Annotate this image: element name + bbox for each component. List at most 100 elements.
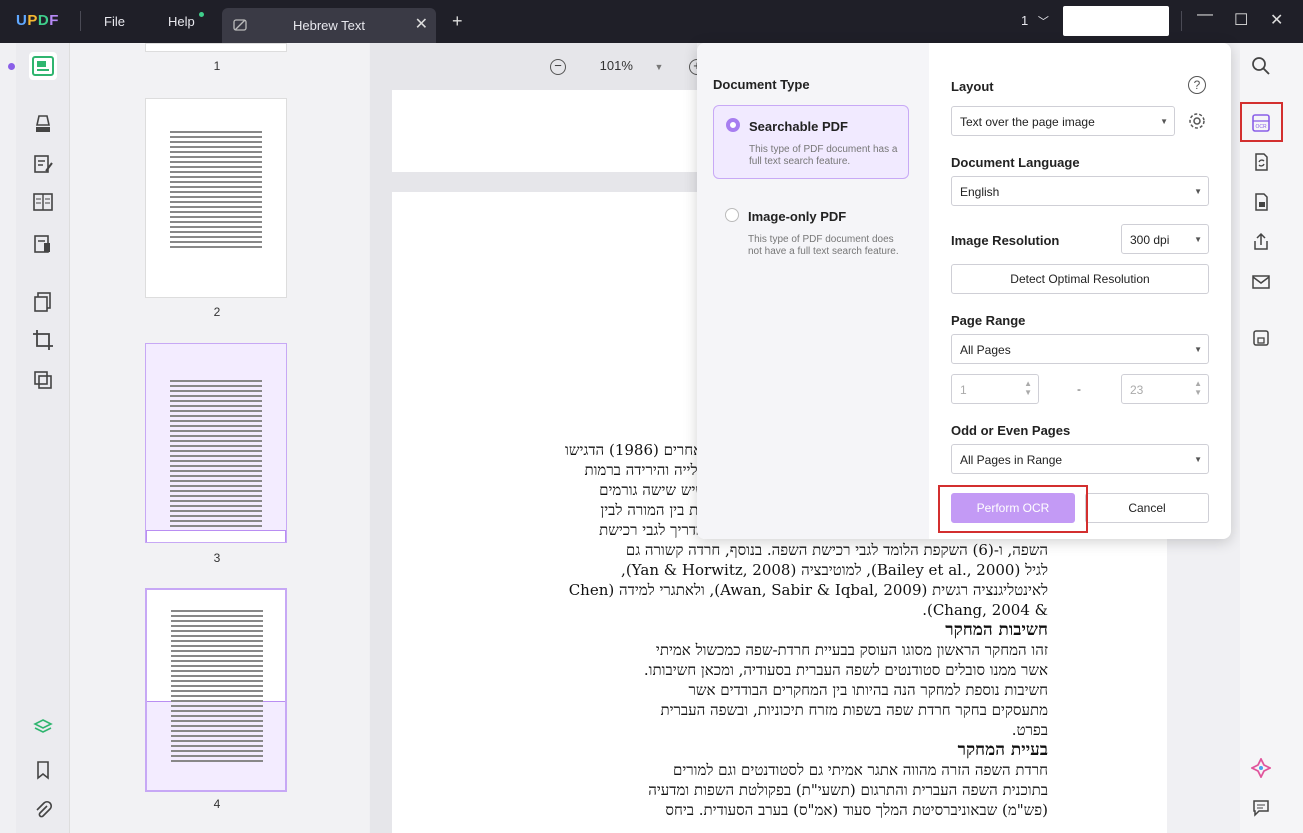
notification-dot [199,12,204,17]
close-window-icon[interactable]: ✕ [1270,10,1283,30]
language-select[interactable]: English ▼ [951,176,1209,206]
divider [80,11,81,31]
layout-label: Layout [951,79,994,94]
pdf-page [392,90,697,172]
window-page-selector[interactable]: 1 ﹀ [1021,13,1049,29]
image-only-pdf-desc: This type of PDF document does not have … [748,234,899,257]
attachment-icon[interactable] [32,799,54,821]
form-edit-icon[interactable] [32,233,54,255]
search-icon[interactable] [1251,56,1271,76]
bookmark-icon[interactable] [32,759,54,781]
reader-mode-icon[interactable] [29,52,57,80]
page-thumbnail[interactable] [145,343,287,543]
text-line: & Chang, 2004). [922,601,1048,619]
thumbnail-text-lines [170,380,262,530]
zoom-toolbar: − 101% ▼ + [550,58,706,75]
odd-even-select[interactable]: All Pages in Range ▼ [951,444,1209,474]
zoom-out-icon[interactable]: − [550,59,566,75]
dropdown-arrow-icon: ▼ [1160,117,1168,126]
crop-icon[interactable] [32,329,54,351]
detect-resolution-button[interactable]: Detect Optimal Resolution [951,264,1209,294]
page-thumbnail[interactable] [145,98,287,298]
text-line: בפרט. [1011,721,1048,739]
window-search-box[interactable] [1063,6,1169,36]
menu-file[interactable]: File [104,14,125,29]
right-toolbar [1240,43,1303,833]
page-range-label: Page Range [951,313,1026,328]
divider [1181,11,1182,31]
zoom-level[interactable]: 101% [600,58,633,73]
text-line: לגיל (Bailey et al., 2000), למוטיבציה (Y… [621,561,1048,579]
highlighter-icon[interactable] [32,113,54,135]
left-toolbar [16,43,69,833]
zoom-dropdown-icon[interactable]: ▼ [655,62,664,72]
thumbnail-text-lines [170,131,262,251]
searchable-pdf-option[interactable]: Searchable PDF This type of PDF document… [713,105,909,179]
updf-logo: UPDF [16,12,59,29]
minimize-icon[interactable]: — [1197,6,1213,24]
cancel-button[interactable]: Cancel [1085,493,1209,523]
help-icon[interactable]: ? [1188,76,1206,94]
layers-icon[interactable] [32,717,54,739]
settings-gear-icon[interactable] [1187,111,1207,131]
layout-select[interactable]: Text over the page image ▼ [951,106,1175,136]
chevron-down-icon: ﹀ [1037,16,1049,28]
range-to-input[interactable]: 23 ▲ ▼ [1121,374,1209,404]
comment-icon[interactable] [1251,798,1271,818]
text-line: חשיבות נוספת למחקר הנה בהיותו בין המחקרי… [688,681,1048,699]
text-line: אשר ממנו סובלים סטודנטים לשפה העברית בסע… [643,661,1048,679]
ai-assistant-icon[interactable] [1251,758,1271,778]
dropdown-arrow-icon: ▼ [1194,345,1202,354]
searchable-pdf-radio[interactable] [726,118,740,132]
image-only-pdf-title: Image-only PDF [748,209,847,224]
organize-pages-icon[interactable] [32,291,54,313]
highlight-box [938,485,1088,533]
text-line: ואחרים (1986) הדגישו [565,441,706,459]
share-icon[interactable] [1251,232,1271,252]
page-number: 1 [213,59,221,73]
thumbnail-text-lines [171,610,263,765]
resolution-select[interactable]: 300 dpi ▼ [1121,224,1209,254]
save-icon[interactable] [1251,328,1271,348]
page-number: 4 [213,797,221,811]
range-from-input[interactable]: 1 ▲ ▼ [951,374,1039,404]
text-line: עלייה והירידה ברמות [584,461,706,479]
compare-icon[interactable] [32,369,54,391]
text-line: יות בין המורה לבין [600,501,706,519]
searchable-pdf-desc: This type of PDF document has a full tex… [749,144,898,167]
odd-even-label: Odd or Even Pages [951,423,1071,438]
dropdown-arrow-icon: ▼ [1194,187,1202,196]
document-tab[interactable]: Hebrew Text ✕ [222,8,436,43]
page-range-select[interactable]: All Pages ▼ [951,334,1209,364]
email-icon[interactable] [1251,272,1271,292]
language-label: Document Language [951,155,1080,170]
searchable-pdf-title: Searchable PDF [749,119,848,134]
resolution-label: Image Resolution [951,233,1060,248]
close-tab-icon[interactable]: ✕ [415,14,428,34]
maximize-icon[interactable]: ☐ [1234,10,1248,30]
new-tab-icon[interactable]: + [452,11,463,32]
protect-icon[interactable] [1251,192,1271,212]
text-line: בתוכנית השפה העברית והתרגום (תשעי"ת) בפק… [648,781,1048,799]
edit-text-icon[interactable] [32,153,54,175]
section-heading: חשיבות המחקר [945,620,1048,640]
dropdown-arrow-icon: ▼ [1194,235,1202,244]
text-line: (פש"מ) שבאוניברסיטת המלך סעוד (אמ"ס) בער… [665,801,1048,819]
text-line: זהו המחקר הראשון מסוגו העוסק בבעיית חרדת… [655,641,1048,659]
page-number: 2 [213,305,221,319]
text-line: חרדת השפה הזרה מהווה אתגר אמיתי גם לסטוד… [672,761,1048,779]
thumbnail-panel: 1 2 3 4 [69,43,369,833]
page-thumbnail[interactable] [145,588,287,792]
viewport-indicator [146,530,286,542]
page-number: 3 [213,551,221,565]
page-layout-icon[interactable] [32,191,54,213]
sidebar-indicator-dot [8,63,15,70]
image-only-pdf-radio[interactable] [725,208,739,222]
document-type-label: Document Type [713,77,810,92]
page-thumbnail[interactable] [145,43,287,52]
text-line: השפה, ו-(6) השקפת הלומד לגבי רכישת השפה.… [625,541,1048,559]
menu-help[interactable]: Help [168,14,195,29]
image-only-pdf-option[interactable]: Image-only PDF This type of PDF document… [713,195,909,265]
convert-icon[interactable] [1251,152,1271,172]
section-heading: בעיית המחקר [957,740,1048,760]
